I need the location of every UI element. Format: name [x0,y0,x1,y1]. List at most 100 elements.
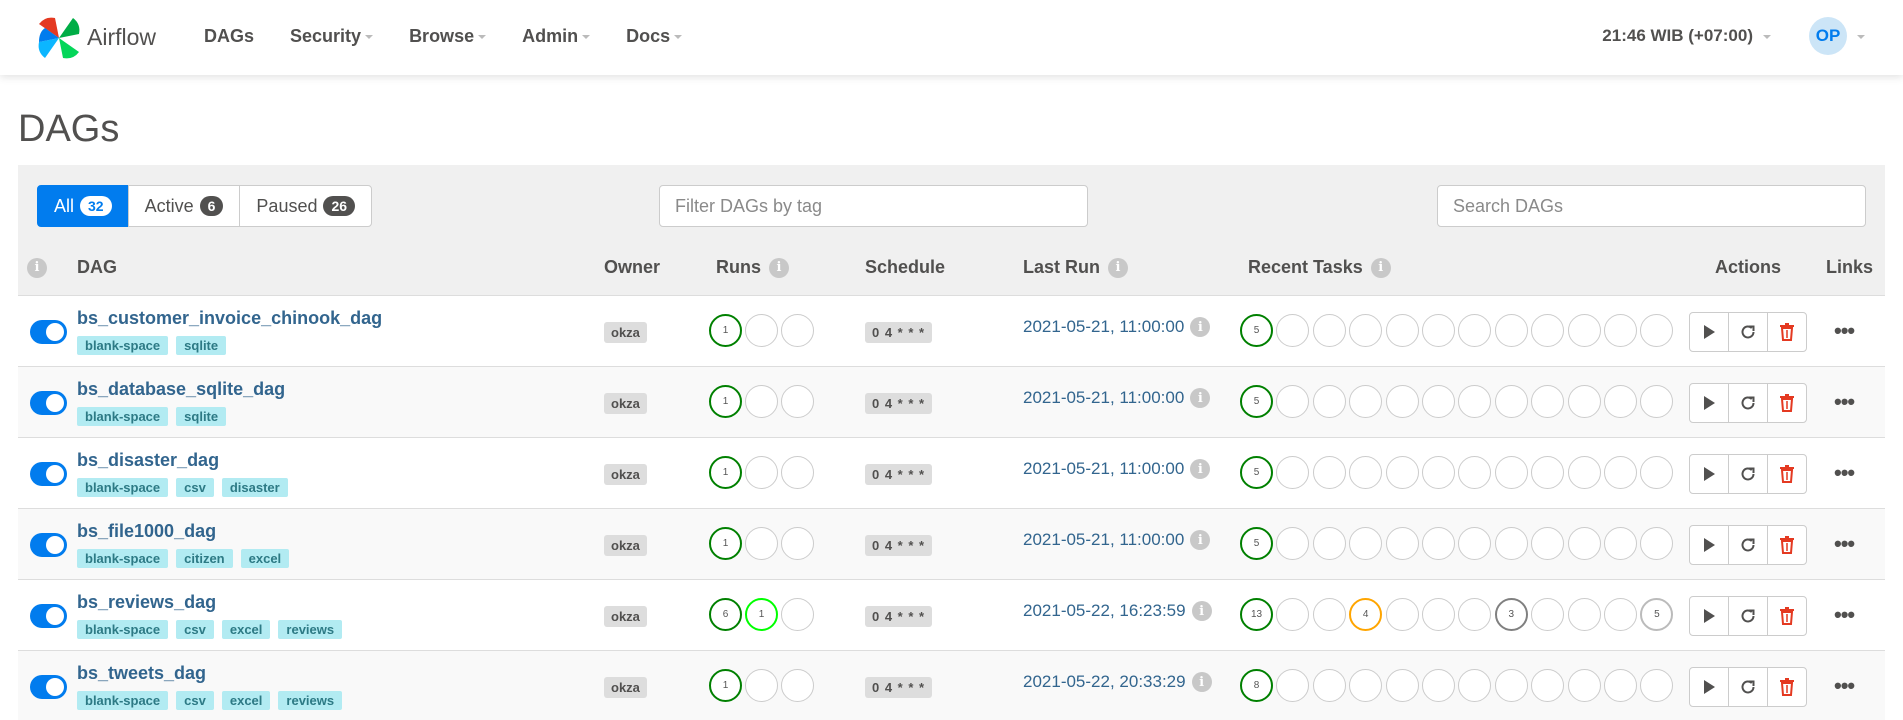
task-status-circle[interactable] [1458,456,1492,489]
run-status-circle[interactable] [745,669,778,702]
task-status-circle[interactable] [1640,385,1674,418]
more-links-icon[interactable]: ••• [1834,673,1855,699]
last-run[interactable]: 2021-05-22, 16:23:59 i [1023,601,1212,621]
task-status-circle[interactable] [1494,527,1528,560]
task-status-circle[interactable] [1385,385,1419,418]
run-status-circle[interactable]: 1 [709,314,742,347]
task-status-circle[interactable] [1604,385,1637,418]
task-status-circle[interactable] [1349,314,1383,347]
run-status-circle[interactable] [781,527,814,560]
run-status-circle[interactable]: 1 [709,456,742,489]
run-status-circle[interactable] [745,385,778,418]
schedule-badge[interactable]: 0 4 * * * [865,606,933,627]
search-input[interactable] [1437,185,1866,227]
task-status-circle[interactable] [1531,456,1565,489]
task-status-circle[interactable] [1640,527,1674,560]
timezone-clock[interactable]: 21:46 WIB (+07:00) [1602,26,1771,46]
trigger-dag-button[interactable] [1689,383,1729,423]
dag-id-link[interactable]: bs_file1000_dag [77,521,216,542]
last-run[interactable]: 2021-05-21, 11:00:00 i [1023,388,1211,408]
run-status-circle[interactable] [745,314,778,347]
owner-badge[interactable]: okza [604,393,647,414]
nav-admin[interactable]: Admin [522,26,591,47]
owner-badge[interactable]: okza [604,606,647,627]
dag-id-link[interactable]: bs_tweets_dag [77,663,206,684]
trigger-dag-button[interactable] [1689,454,1729,494]
run-status-circle[interactable]: 1 [745,598,778,631]
task-status-circle[interactable] [1458,314,1492,347]
task-status-circle[interactable]: 5 [1240,314,1273,347]
brand-logo[interactable]: Airflow [35,10,156,65]
more-links-icon[interactable]: ••• [1834,318,1855,344]
run-status-circle[interactable] [781,669,814,702]
dag-pause-toggle[interactable] [30,320,67,344]
task-status-circle[interactable] [1422,314,1455,347]
info-icon[interactable]: i [1190,459,1211,479]
task-status-circle[interactable] [1312,598,1346,631]
task-status-circle[interactable] [1458,669,1492,702]
task-status-circle[interactable] [1494,385,1528,418]
last-run[interactable]: 2021-05-21, 11:00:00 i [1023,317,1211,337]
last-run[interactable]: 2021-05-22, 20:33:29 i [1023,672,1212,692]
task-status-circle[interactable]: 5 [1640,598,1674,631]
task-status-circle[interactable] [1276,385,1310,418]
last-run[interactable]: 2021-05-21, 11:00:00 i [1023,459,1211,479]
dag-tag[interactable]: blank-space [77,549,169,568]
dag-id-link[interactable]: bs_customer_invoice_chinook_dag [77,308,382,329]
more-links-icon[interactable]: ••• [1834,389,1855,415]
run-status-circle[interactable] [781,456,814,489]
schedule-badge[interactable]: 0 4 * * * [865,393,933,414]
task-status-circle[interactable] [1349,456,1383,489]
task-status-circle[interactable] [1385,314,1419,347]
more-links-icon[interactable]: ••• [1834,460,1855,486]
task-status-circle[interactable] [1276,669,1310,702]
task-status-circle[interactable] [1494,669,1528,702]
task-status-circle[interactable]: 5 [1240,456,1273,489]
task-status-circle[interactable] [1312,669,1346,702]
refresh-dag-button[interactable] [1728,383,1768,423]
delete-dag-button[interactable] [1767,596,1807,636]
task-status-circle[interactable] [1422,669,1455,702]
task-status-circle[interactable]: 13 [1240,598,1273,631]
tag-filter-input[interactable] [659,185,1088,227]
dag-tag[interactable]: csv [176,478,214,497]
task-status-circle[interactable] [1385,527,1419,560]
task-status-circle[interactable] [1276,598,1310,631]
run-status-circle[interactable] [781,598,814,631]
info-icon[interactable]: i [769,257,789,278]
task-status-circle[interactable] [1567,527,1601,560]
info-icon[interactable]: i [1108,257,1129,278]
task-status-circle[interactable] [1312,314,1346,347]
dag-tag[interactable]: csv [176,620,214,639]
task-status-circle[interactable] [1567,385,1601,418]
last-run[interactable]: 2021-05-21, 11:00:00 i [1023,530,1211,550]
nav-browse[interactable]: Browse [409,26,487,47]
task-status-circle[interactable] [1604,527,1637,560]
dag-id-link[interactable]: bs_database_sqlite_dag [77,379,285,400]
task-status-circle[interactable] [1567,598,1601,631]
delete-dag-button[interactable] [1767,383,1807,423]
run-status-circle[interactable]: 1 [709,669,742,702]
delete-dag-button[interactable] [1767,312,1807,352]
info-icon[interactable]: i [1190,530,1211,550]
dag-tag[interactable]: blank-space [77,336,169,355]
trigger-dag-button[interactable] [1689,667,1729,707]
task-status-circle[interactable] [1494,456,1528,489]
dag-pause-toggle[interactable] [30,391,67,415]
column-dag[interactable]: DAG [77,240,117,295]
task-status-circle[interactable] [1312,385,1346,418]
task-status-circle[interactable] [1604,669,1637,702]
dag-tag[interactable]: sqlite [176,407,227,426]
dag-tag[interactable]: excel [221,691,271,710]
task-status-circle[interactable]: 3 [1494,598,1528,631]
task-status-circle[interactable] [1349,527,1383,560]
run-status-circle[interactable]: 6 [709,598,742,631]
dag-tag[interactable]: excel [240,549,290,568]
task-status-circle[interactable] [1312,527,1346,560]
task-status-circle[interactable] [1494,314,1528,347]
info-icon[interactable]: i [1190,388,1211,408]
task-status-circle[interactable]: 8 [1240,669,1273,702]
refresh-dag-button[interactable] [1728,312,1768,352]
run-status-circle[interactable]: 1 [709,385,742,418]
task-status-circle[interactable] [1458,527,1492,560]
